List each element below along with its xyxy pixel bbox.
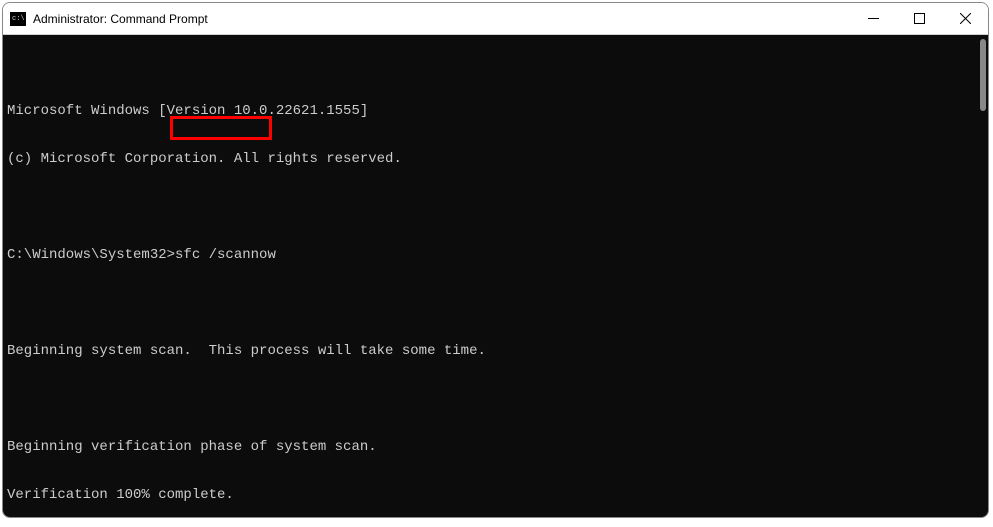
output-line: (c) Microsoft Corporation. All rights re… — [7, 151, 976, 167]
terminal-output: Microsoft Windows [Version 10.0.22621.15… — [7, 71, 988, 518]
output-line — [7, 295, 976, 311]
output-line — [7, 391, 976, 407]
scrollbar-thumb[interactable] — [980, 39, 986, 111]
close-button[interactable] — [942, 3, 988, 35]
output-line: Beginning system scan. This process will… — [7, 343, 976, 359]
svg-text:c:\: c:\ — [12, 15, 25, 23]
maximize-button[interactable] — [896, 3, 942, 35]
titlebar[interactable]: c:\ Administrator: Command Prompt — [3, 3, 988, 35]
minimize-button[interactable] — [850, 3, 896, 35]
output-line — [7, 199, 976, 215]
window-title: Administrator: Command Prompt — [33, 12, 208, 26]
output-line: Microsoft Windows [Version 10.0.22621.15… — [7, 103, 976, 119]
scrollbar[interactable] — [974, 35, 988, 518]
terminal-area[interactable]: Microsoft Windows [Version 10.0.22621.15… — [3, 35, 988, 518]
cmd-icon: c:\ — [9, 11, 27, 27]
command-prompt-window: c:\ Administrator: Command Prompt Micros… — [2, 2, 989, 518]
prompt-line: C:\Windows\System32>sfc /scannow — [7, 247, 976, 263]
output-line: Beginning verification phase of system s… — [7, 439, 976, 455]
output-line: Verification 100% complete. — [7, 487, 976, 503]
